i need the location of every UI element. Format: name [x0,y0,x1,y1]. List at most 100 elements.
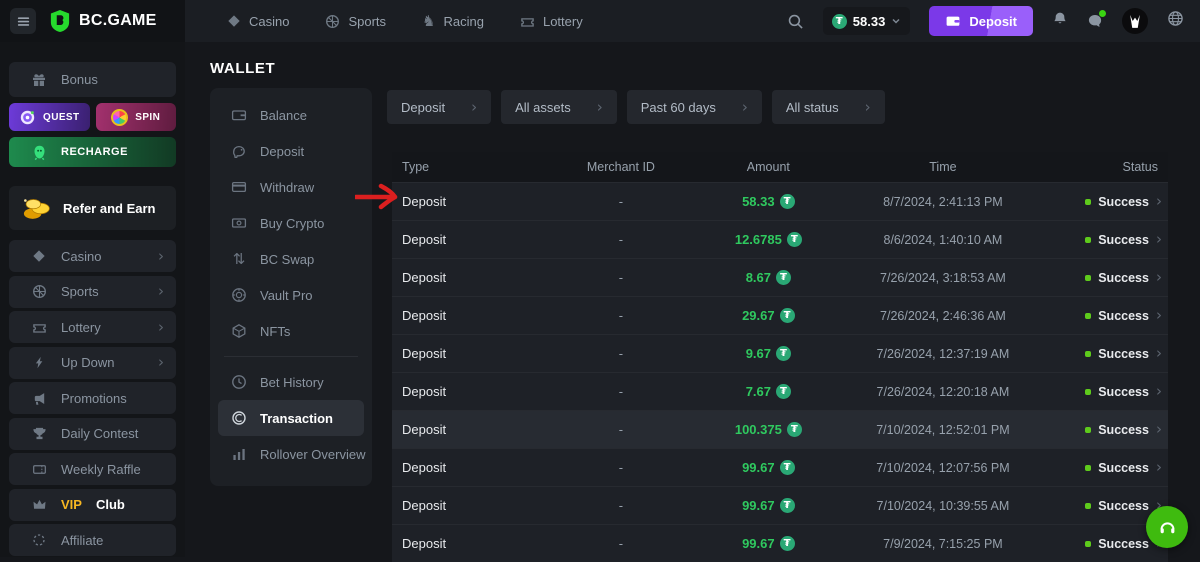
transaction-row[interactable]: Deposit - 99.67 ₮ 7/10/2024, 12:07:56 PM… [392,448,1168,486]
recharge-button[interactable]: RECHARGE [9,137,176,167]
table-body: Deposit - 58.33 ₮ 8/7/2024, 2:41:13 PM S… [392,182,1168,562]
filter-dropdown-all-status[interactable]: All status › [772,90,885,124]
horse-icon: ♞ [422,14,435,29]
transaction-row[interactable]: Deposit - 12.6785 ₮ 8/6/2024, 1:40:10 AM… [392,220,1168,258]
wallet-menu-item-transaction[interactable]: Transaction [218,400,364,436]
status-value: Success [1098,309,1149,323]
amount-value: 12.6785 [735,232,782,247]
transactions-table: Type Merchant ID Amount Time Status Depo… [392,152,1168,562]
wallet-menu-item-rollover-overview[interactable]: Rollover Overview [210,436,372,472]
sidebar-item-weekly-raffle[interactable]: Weekly Raffle [9,453,176,485]
user-avatar[interactable] [1122,8,1148,34]
amount-value: 99.67 [742,498,775,513]
chat-button[interactable] [1087,13,1103,29]
amount-value: 99.67 [742,460,775,475]
refer-label: Refer and Earn [63,201,155,216]
status-value: Success [1098,423,1149,437]
sidebar-item-label: Lottery [61,320,101,335]
sidebar-item-label: Daily Contest [61,426,138,441]
dashed-circle-icon [31,533,47,547]
sidebar-item-sports[interactable]: Sports › [9,276,176,308]
filter-dropdown-past-60-days[interactable]: Past 60 days › [627,90,762,124]
filter-dropdown-deposit[interactable]: Deposit › [387,90,491,124]
sidebar-item-club[interactable]: VIP Club [9,489,176,521]
amount-value: 58.33 [742,194,775,209]
sidebar-item-up-down[interactable]: Up Down › [9,347,176,379]
amount-value: 100.375 [735,422,782,437]
transaction-row[interactable]: Deposit - 7.67 ₮ 7/26/2024, 12:20:18 AM … [392,372,1168,410]
chevron-down-icon [891,16,901,26]
brand-logo[interactable]: BC.GAME [48,9,157,33]
sidebar-item-affiliate[interactable]: Affiliate [9,524,176,556]
top-bar: BC.GAME Casino Sports ♞ Racing Lottery ₮… [0,0,1200,42]
clock-icon [230,374,248,390]
spin-button[interactable]: SPIN [96,103,177,131]
filter-label: Past 60 days [641,100,716,115]
cell-amount: 99.67 ₮ [702,536,834,551]
sidebar-item-label: Sports [61,284,99,299]
refer-and-earn-button[interactable]: Refer and Earn [9,186,176,230]
top-navigation: Casino Sports ♞ Racing Lottery [227,14,583,29]
wallet-menu-item-balance[interactable]: Balance [210,97,372,133]
success-dot [1085,427,1091,433]
chevron-right-icon: › [158,284,164,299]
wallet-menu-item-bet-history[interactable]: Bet History [210,364,372,400]
notifications-button[interactable] [1052,11,1068,32]
chevron-right-icon: › [158,355,164,370]
success-dot [1085,199,1091,205]
wallet-menu-item-label: Transaction [260,411,333,426]
topnav-item-racing[interactable]: ♞ Racing [422,14,484,29]
tether-icon: ₮ [776,384,791,399]
topnav-item-label: Lottery [543,14,583,29]
wallet-menu-item-label: Rollover Overview [260,447,365,462]
transaction-row[interactable]: Deposit - 99.67 ₮ 7/9/2024, 7:15:25 PM S… [392,524,1168,562]
support-button[interactable] [1146,506,1188,548]
sidebar-item-daily-contest[interactable]: Daily Contest [9,418,176,450]
filter-dropdown-all-assets[interactable]: All assets › [501,90,617,124]
wallet-menu-item-vault-pro[interactable]: Vault Pro [210,277,372,313]
sidebar-bonus-button[interactable]: Bonus [9,62,176,97]
sidebar-item-promotions[interactable]: Promotions [9,382,176,414]
topnav-item-casino[interactable]: Casino [227,14,289,29]
chevron-right-icon: › [158,249,164,264]
language-button[interactable] [1167,10,1184,32]
wallet-icon [230,107,248,123]
wallet-menu-item-withdraw[interactable]: Withdraw [210,169,372,205]
sidebar-item-label: Promotions [61,391,127,406]
annotation-arrow [355,183,403,211]
transaction-row[interactable]: Deposit - 58.33 ₮ 8/7/2024, 2:41:13 PM S… [392,182,1168,220]
filter-label: All status [786,100,839,115]
transaction-row[interactable]: Deposit - 99.67 ₮ 7/10/2024, 10:39:55 AM… [392,486,1168,524]
sidebar-item-label: Affiliate [61,533,103,548]
bar-chart-icon [230,446,248,462]
search-button[interactable] [787,13,804,30]
balance-dropdown[interactable]: ₮ 58.33 [823,7,911,35]
topnav-item-sports[interactable]: Sports [325,14,386,29]
hamburger-menu-button[interactable] [10,8,36,34]
transaction-row[interactable]: Deposit - 100.375 ₮ 7/10/2024, 12:52:01 … [392,410,1168,448]
wallet-menu-item-nfts[interactable]: NFTs [210,313,372,349]
wallet-menu-item-deposit[interactable]: Deposit [210,133,372,169]
topnav-item-lottery[interactable]: Lottery [520,14,583,29]
spin-label: SPIN [135,112,160,123]
tether-icon: ₮ [776,270,791,285]
top-bar-left: BC.GAME [0,0,185,42]
topnav-item-label: Racing [444,14,484,29]
deposit-button[interactable]: Deposit [929,6,1033,36]
gold-coins-icon [21,196,53,221]
transaction-row[interactable]: Deposit - 9.67 ₮ 7/26/2024, 12:37:19 AM … [392,334,1168,372]
transaction-row[interactable]: Deposit - 8.67 ₮ 7/26/2024, 3:18:53 AM S… [392,258,1168,296]
tether-icon: ₮ [787,232,802,247]
transaction-row[interactable]: Deposit - 29.67 ₮ 7/26/2024, 2:46:36 AM … [392,296,1168,334]
sidebar-item-casino[interactable]: Casino › [9,240,176,272]
status-value: Success [1098,271,1149,285]
sidebar-menu: Casino › Sports › Lottery › Up Down › [9,240,176,556]
quest-button[interactable]: QUEST [9,103,90,131]
wallet-menu-item-label: Bet History [260,375,324,390]
tether-icon: ₮ [776,346,791,361]
wallet-menu-item-label: Vault Pro [260,288,313,303]
wallet-menu-item-buy-crypto[interactable]: Buy Crypto [210,205,372,241]
sidebar-item-label: Up Down [61,355,114,370]
wallet-menu-item-bc-swap[interactable]: ⇅ BC Swap [210,241,372,277]
sidebar-item-lottery[interactable]: Lottery › [9,311,176,343]
